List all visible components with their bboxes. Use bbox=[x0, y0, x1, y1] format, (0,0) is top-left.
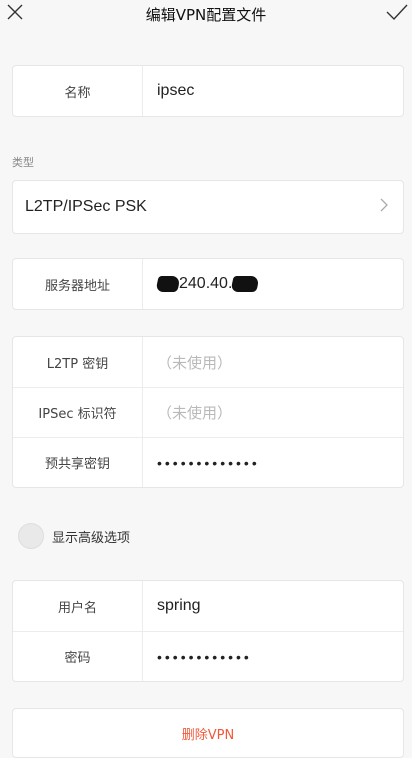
chevron-right-icon bbox=[379, 197, 389, 218]
server-input[interactable]: 240.40. bbox=[143, 275, 403, 293]
password-label: 密码 bbox=[13, 632, 143, 681]
l2tp-key-label: L2TP 密钥 bbox=[13, 337, 143, 387]
name-card: 名称 ipsec bbox=[12, 65, 404, 117]
username-row[interactable]: 用户名 spring bbox=[13, 581, 403, 631]
l2tp-key-row[interactable]: L2TP 密钥 （未使用） bbox=[13, 337, 403, 387]
type-card[interactable]: L2TP/IPSec PSK bbox=[12, 180, 404, 234]
account-card: 用户名 spring 密码 •••••••••••• bbox=[12, 580, 404, 682]
advanced-options-checkbox[interactable] bbox=[18, 523, 44, 549]
name-label: 名称 bbox=[13, 66, 143, 116]
type-selector[interactable]: L2TP/IPSec PSK bbox=[13, 181, 403, 233]
redaction-mark-right bbox=[230, 275, 261, 292]
psk-input[interactable]: ••••••••••••• bbox=[143, 455, 403, 471]
server-label: 服务器地址 bbox=[13, 259, 143, 309]
ipsec-id-label: IPSec 标识符 bbox=[13, 388, 143, 437]
top-bar: 编辑VPN配置文件 bbox=[0, 0, 412, 30]
delete-vpn-label: 删除VPN bbox=[181, 727, 235, 743]
psk-row[interactable]: 预共享密钥 ••••••••••••• bbox=[13, 437, 403, 487]
username-input[interactable]: spring bbox=[143, 597, 403, 615]
auth-card: L2TP 密钥 （未使用） IPSec 标识符 （未使用） 预共享密钥 ••••… bbox=[12, 336, 404, 488]
redaction-mark-left bbox=[155, 275, 181, 292]
ipsec-id-input[interactable]: （未使用） bbox=[143, 402, 403, 423]
server-card: 服务器地址 240.40. bbox=[12, 258, 404, 310]
type-section-label: 类型 bbox=[12, 156, 34, 169]
delete-vpn-button[interactable]: 删除VPN bbox=[12, 708, 404, 758]
ipsec-id-row[interactable]: IPSec 标识符 （未使用） bbox=[13, 387, 403, 437]
name-input[interactable]: ipsec bbox=[143, 82, 403, 100]
server-value: 240.40. bbox=[179, 275, 233, 292]
type-value: L2TP/IPSec PSK bbox=[25, 198, 147, 215]
password-row[interactable]: 密码 •••••••••••• bbox=[13, 631, 403, 681]
l2tp-key-input[interactable]: （未使用） bbox=[143, 352, 403, 373]
confirm-button[interactable] bbox=[382, 0, 412, 28]
page-title: 编辑VPN配置文件 bbox=[145, 6, 267, 24]
advanced-options-label: 显示高级选项 bbox=[52, 530, 131, 546]
checkmark-icon bbox=[385, 2, 409, 26]
server-row[interactable]: 服务器地址 240.40. bbox=[13, 259, 403, 309]
name-row[interactable]: 名称 ipsec bbox=[13, 66, 403, 116]
username-label: 用户名 bbox=[13, 581, 143, 631]
password-input[interactable]: •••••••••••• bbox=[143, 649, 403, 665]
psk-label: 预共享密钥 bbox=[13, 438, 143, 487]
advanced-options-toggle[interactable]: 显示高级选项 bbox=[18, 522, 130, 550]
